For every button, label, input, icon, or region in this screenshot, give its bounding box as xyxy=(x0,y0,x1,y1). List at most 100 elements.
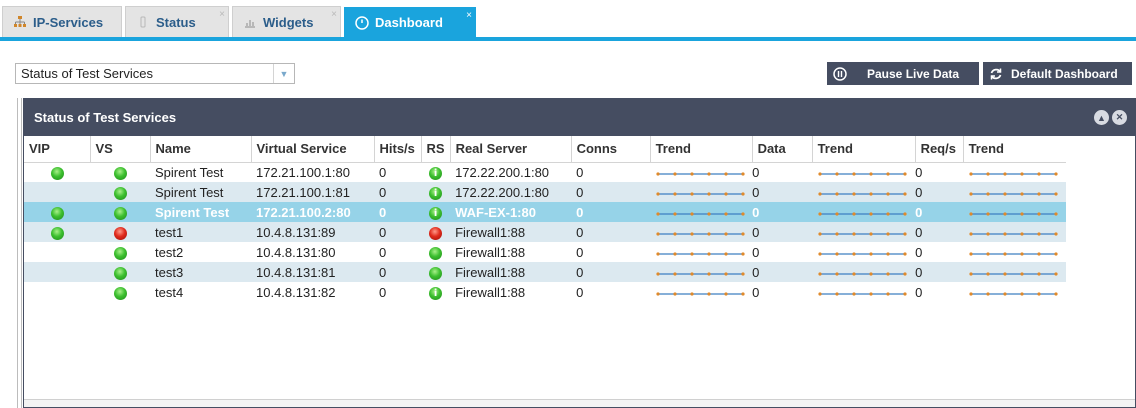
tab-dashboard[interactable]: Dashboard × xyxy=(344,7,476,37)
vs-status-cell xyxy=(90,242,150,262)
data-cell: 0 xyxy=(752,182,813,202)
name-cell: test3 xyxy=(150,262,251,282)
table-row[interactable]: test3 10.4.8.131:81 0 Firewall1:88 0 0 0 xyxy=(24,262,1067,282)
col-header[interactable]: Trend xyxy=(811,136,916,163)
conns-cell: 0 xyxy=(571,202,651,222)
name-cell: Spirent Test xyxy=(150,202,251,222)
tab-status[interactable]: Status × xyxy=(125,6,229,37)
real-server-cell: Firewall1:88 xyxy=(450,262,572,282)
reqs-cell: 0 xyxy=(915,282,964,302)
col-header[interactable]: Data xyxy=(751,136,813,163)
hits-cell: 0 xyxy=(374,282,421,302)
col-header[interactable]: Conns xyxy=(570,136,651,163)
name-cell: test4 xyxy=(150,282,251,302)
conns-trend-sparkline xyxy=(650,242,753,262)
col-header[interactable]: Trend xyxy=(649,136,753,163)
hits-cell: 0 xyxy=(374,242,421,262)
name-cell: test1 xyxy=(150,222,251,242)
col-header[interactable]: Virtual Service xyxy=(250,136,374,163)
panel-header: Status of Test Services ▲ ✕ xyxy=(24,99,1135,136)
tab-ip-services[interactable]: IP-Services xyxy=(2,6,122,37)
data-trend-sparkline xyxy=(812,282,916,302)
col-header[interactable]: Real Server xyxy=(449,136,572,163)
widgets-icon xyxy=(243,15,257,29)
pause-icon xyxy=(833,66,847,81)
pause-live-data-button[interactable]: Pause Live Data xyxy=(827,62,979,85)
close-icon[interactable]: × xyxy=(466,10,472,21)
table-row[interactable]: Spirent Test172.21.100.1:800172.22.200.1… xyxy=(24,162,1067,182)
table-row[interactable]: test410.4.8.131:820Firewall1:88000 xyxy=(24,282,1067,302)
chevron-down-icon[interactable]: ▼ xyxy=(273,64,294,83)
reqs-trend-sparkline xyxy=(963,222,1067,242)
rs-status-icon xyxy=(429,246,443,260)
reqs-cell: 0 xyxy=(915,262,964,282)
conns-cell: 0 xyxy=(571,222,651,242)
rs-status-cell xyxy=(421,222,451,242)
vs-status-icon xyxy=(113,286,127,300)
data-trend-sparkline xyxy=(812,222,916,242)
rs-status-cell xyxy=(421,162,451,182)
rs-status-cell xyxy=(421,242,451,262)
collapse-icon[interactable]: ▲ xyxy=(1094,110,1109,125)
col-header[interactable]: Name xyxy=(149,136,251,163)
tab-widgets[interactable]: Widgets × xyxy=(232,6,341,37)
col-header[interactable]: Req/s xyxy=(914,136,964,163)
tab-label: Status xyxy=(156,14,196,30)
vs-status-cell xyxy=(90,202,150,222)
close-icon[interactable]: ✕ xyxy=(1112,110,1127,125)
rs-status-icon xyxy=(429,266,443,280)
vs-status-icon xyxy=(113,186,127,200)
rs-status-icon xyxy=(429,186,443,200)
rs-status-cell xyxy=(421,262,451,282)
virtual-service-cell: 172.21.100.2:80 xyxy=(251,202,374,222)
reqs-cell: 0 xyxy=(915,202,964,222)
reqs-cell: 0 xyxy=(915,182,964,202)
col-header[interactable]: Hits/s xyxy=(373,136,421,163)
virtual-service-cell: 172.21.100.1:81 xyxy=(251,182,374,202)
conns-cell: 0 xyxy=(571,282,651,302)
col-header[interactable]: VS xyxy=(89,136,150,163)
virtual-service-cell: 172.21.100.1:80 xyxy=(251,162,374,182)
tab-underline xyxy=(0,37,1136,41)
table-row[interactable]: test2 10.4.8.131:80 0 Firewall1:88 0 0 0 xyxy=(24,242,1067,262)
panel-footer xyxy=(24,399,1135,407)
rs-status-cell xyxy=(421,282,451,302)
tab-label: IP-Services xyxy=(33,14,104,30)
dashboard-select[interactable]: Status of Test Services ▼ xyxy=(15,63,295,84)
network-tree-icon xyxy=(13,15,27,29)
close-icon[interactable]: × xyxy=(331,9,337,20)
data-trend-sparkline xyxy=(812,162,916,182)
dashboard-select-value: Status of Test Services xyxy=(21,66,153,81)
reqs-trend-sparkline xyxy=(963,242,1067,262)
refresh-icon xyxy=(989,67,1003,81)
conns-trend-sparkline xyxy=(650,222,753,242)
hits-cell: 0 xyxy=(374,182,421,202)
data-trend-sparkline xyxy=(812,182,916,202)
table-row[interactable]: Spirent Test172.21.100.1:810172.22.200.1… xyxy=(24,182,1067,202)
real-server-cell: 172.22.200.1:80 xyxy=(450,182,572,202)
col-header[interactable]: Trend xyxy=(962,136,1067,163)
rs-status-cell xyxy=(421,202,451,222)
tab-label: Widgets xyxy=(263,14,314,30)
data-cell: 0 xyxy=(752,222,813,242)
table-row[interactable]: test1 10.4.8.131:89 0 Firewall1:88 0 0 0 xyxy=(24,222,1067,242)
vs-status-cell xyxy=(90,222,150,242)
virtual-service-cell: 10.4.8.131:89 xyxy=(251,222,374,242)
real-server-cell: 172.22.200.1:80 xyxy=(450,162,572,182)
real-server-cell: Firewall1:88 xyxy=(450,222,572,242)
conns-trend-sparkline xyxy=(650,162,753,182)
col-header[interactable]: RS xyxy=(420,136,451,163)
tab-bar: IP-Services Status × Widgets × Dashboard… xyxy=(0,0,1136,41)
table-row[interactable]: Spirent Test172.21.100.2:800WAF-EX-1:800… xyxy=(24,202,1067,222)
rs-status-icon xyxy=(429,286,443,300)
close-icon[interactable]: × xyxy=(219,9,225,20)
vip-status-icon xyxy=(50,226,64,240)
vip-status-cell xyxy=(24,242,90,262)
conns-cell: 0 xyxy=(571,162,651,182)
name-cell: Spirent Test xyxy=(150,182,251,202)
conns-trend-sparkline xyxy=(650,282,753,302)
col-header[interactable]: VIP xyxy=(24,136,90,163)
virtual-service-cell: 10.4.8.131:82 xyxy=(251,282,374,302)
default-dashboard-button[interactable]: Default Dashboard xyxy=(983,62,1132,85)
hits-cell: 0 xyxy=(374,202,421,222)
